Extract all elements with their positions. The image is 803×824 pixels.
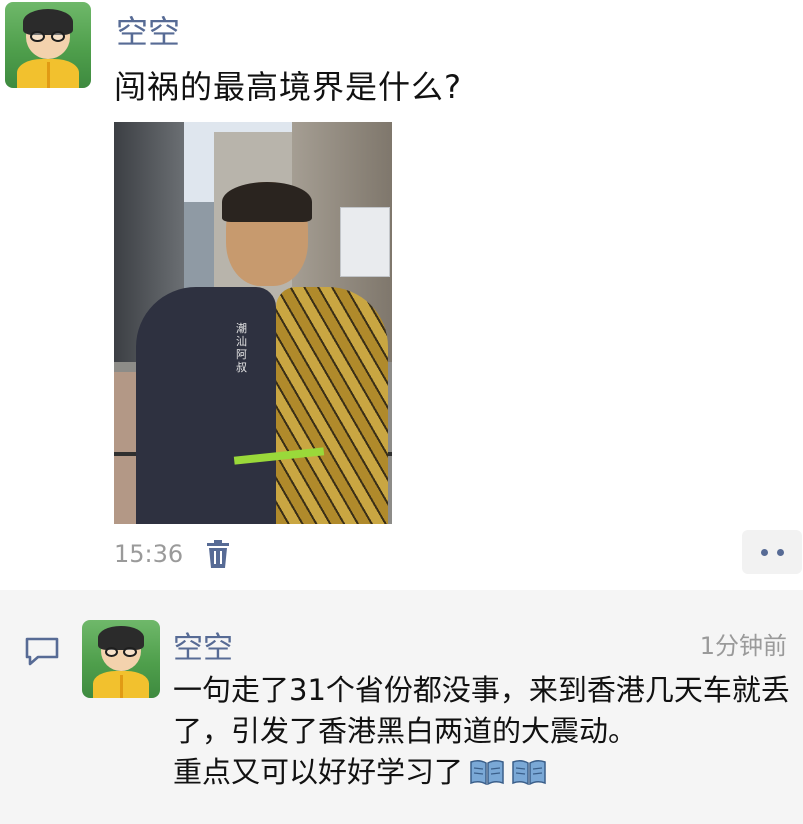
open-book-icon [511, 755, 547, 786]
trash-icon[interactable] [207, 540, 230, 568]
comment-line-2-text: 重点又可以好好学习了 [173, 755, 464, 789]
commenter-name[interactable]: 空空 [173, 623, 233, 667]
post-text: 闯祸的最高境界是什么? [114, 68, 462, 106]
jacket-lettering-2: 阿叔 [236, 348, 247, 374]
comment-line-2: 重点又可以好好学习了 [173, 752, 798, 793]
comment-text: 一句走了31个省份都没事，来到香港几天车就丢了，引发了香港黑白两道的大震动。 重… [173, 670, 798, 793]
post-video-thumbnail[interactable]: 潮汕阿叔 [114, 122, 392, 524]
open-book-icon [469, 755, 505, 786]
commenter-avatar[interactable] [82, 620, 160, 698]
comment-section: 空空 1分钟前 一句走了31个省份都没事，来到香港几天车就丢了，引发了香港黑白两… [0, 590, 803, 824]
comment-time: 1分钟前 [699, 632, 787, 660]
post-meta: 15:36 [114, 536, 230, 572]
jacket-lettering: 潮汕阿叔 [236, 322, 250, 374]
post-time: 15:36 [114, 540, 184, 568]
author-name[interactable]: 空空 [116, 7, 180, 53]
comment-line-1: 一句走了31个省份都没事，来到香港几天车就丢了，引发了香港黑白两道的大震动。 [173, 673, 790, 748]
comment-icon [24, 636, 60, 666]
author-avatar[interactable] [5, 2, 91, 88]
moment-post: 空空 闯祸的最高境界是什么? 潮汕阿叔 15:36 [0, 0, 803, 590]
jacket-lettering-1: 潮汕 [236, 322, 247, 348]
more-dots-icon[interactable] [742, 530, 802, 574]
